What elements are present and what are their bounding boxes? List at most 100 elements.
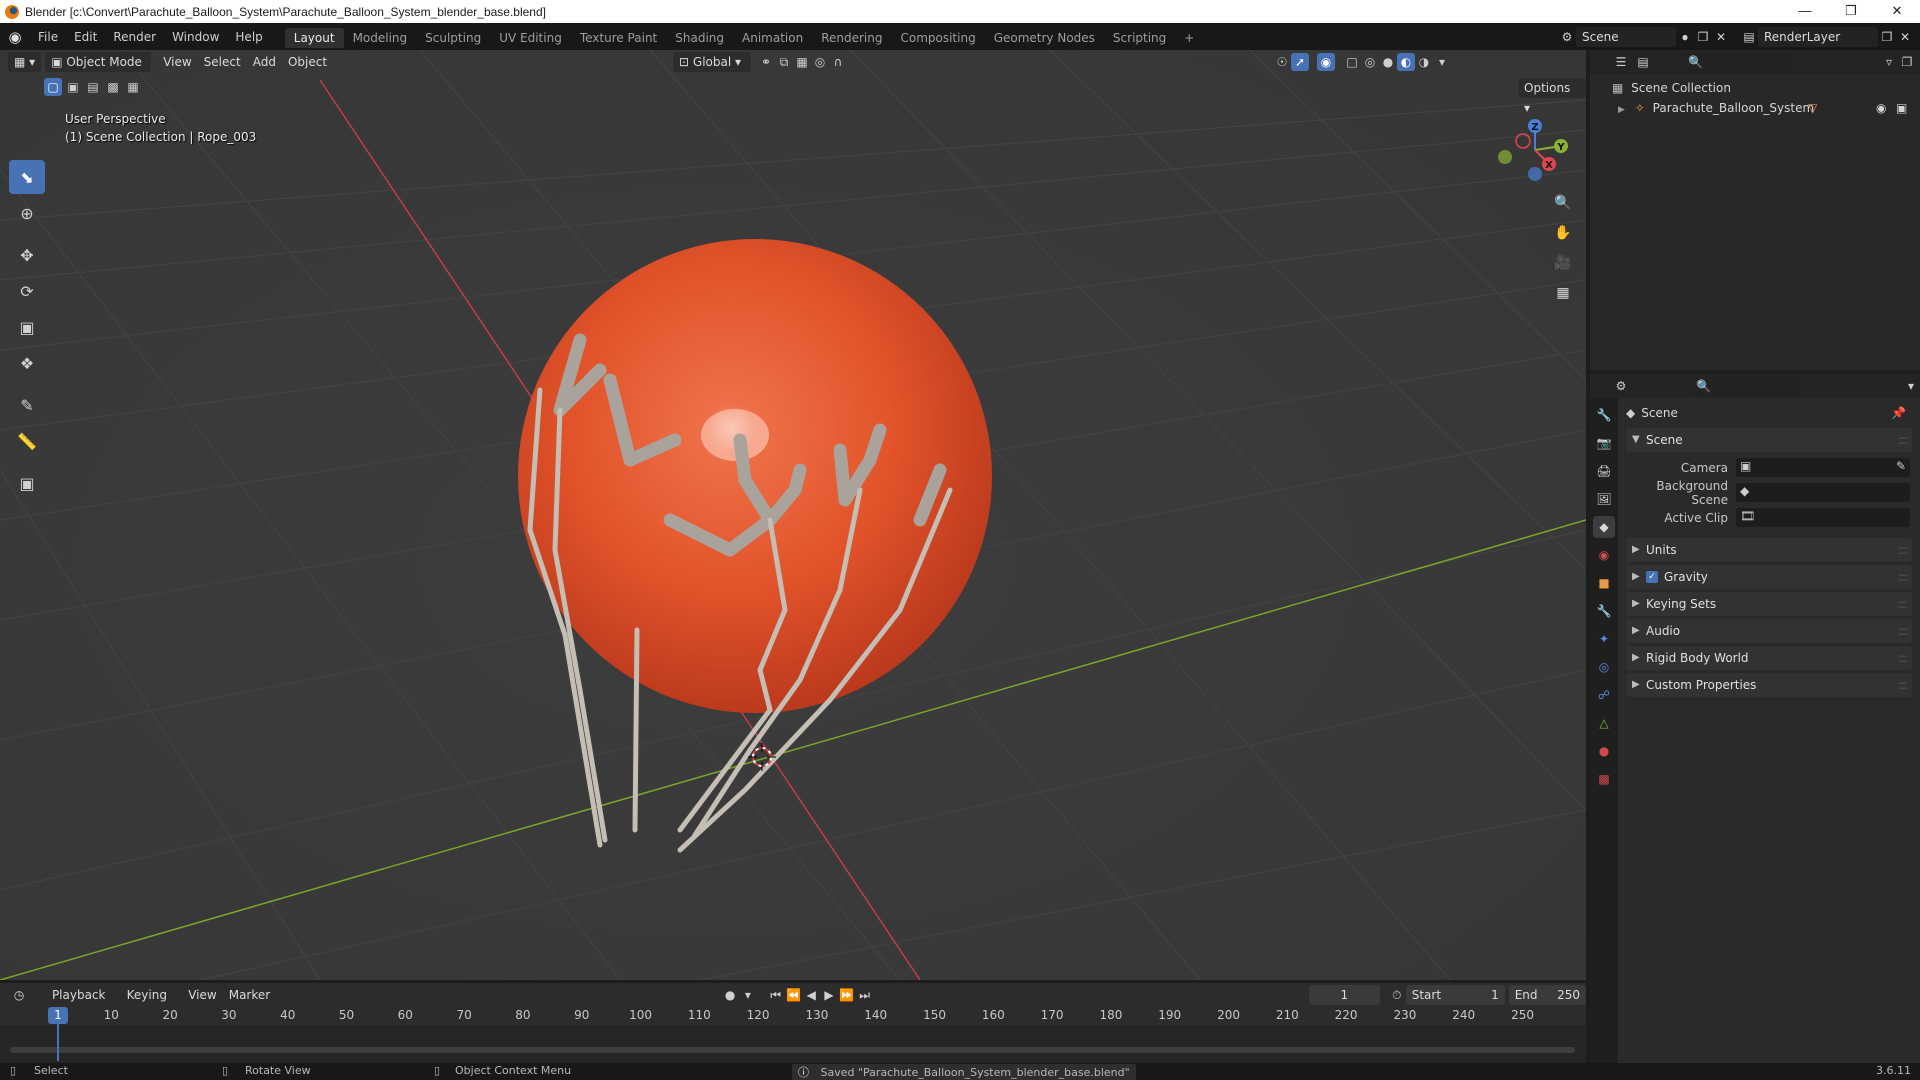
panel-custom-properties-header[interactable]: ▶ Custom Properties :::: — [1626, 673, 1912, 697]
preview-range-icon[interactable]: ⏱ — [1388, 986, 1406, 1004]
menu-add[interactable]: Add — [247, 52, 282, 72]
outliner-editor-type-icon[interactable]: ☰ — [1612, 53, 1630, 71]
view-layer-tab-icon[interactable]: 🖼 — [1593, 488, 1615, 510]
pin-scene-icon[interactable]: ⦁ — [1676, 28, 1694, 46]
new-view-layer-icon[interactable]: ❐ — [1878, 28, 1896, 46]
output-tab-icon[interactable]: 🖨 — [1593, 460, 1615, 482]
tool-tab-icon[interactable]: 🔧 — [1593, 404, 1615, 426]
constraints-tab-icon[interactable]: ☍ — [1593, 684, 1615, 706]
add-cube-tool-icon[interactable]: ▣ — [9, 466, 45, 500]
active-clip-field[interactable]: 🎞 — [1736, 508, 1910, 527]
add-workspace-button[interactable]: + — [1175, 28, 1203, 48]
properties-editor-type-icon[interactable]: ⚙ — [1612, 377, 1630, 395]
tab-rendering[interactable]: Rendering — [812, 28, 891, 48]
measure-tool-icon[interactable]: 📏 — [9, 424, 45, 458]
cursor-tool-icon[interactable]: ⊕ — [9, 196, 45, 230]
play-icon[interactable]: ▶ — [820, 986, 838, 1004]
select-box-tool-icon[interactable]: ⬊ — [9, 160, 45, 194]
panel-gravity-header[interactable]: ▶ ✓ Gravity :::: — [1626, 565, 1912, 589]
new-scene-icon[interactable]: ❐ — [1694, 28, 1712, 46]
drag-handle-icon[interactable]: :::: — [1898, 619, 1908, 643]
background-scene-field[interactable]: ◆ — [1736, 483, 1910, 502]
tab-layout[interactable]: Layout — [284, 27, 344, 48]
pan-hand-icon[interactable]: ✋ — [1550, 220, 1576, 246]
rotate-tool-icon[interactable]: ⟳ — [9, 274, 45, 308]
shading-options-icon[interactable]: ▾ — [1433, 53, 1451, 71]
jump-end-icon[interactable]: ⏭ — [856, 986, 874, 1004]
transform-tool-icon[interactable]: ❖ — [9, 346, 45, 380]
menu-help[interactable]: Help — [227, 24, 270, 50]
ortho-grid-icon[interactable]: ▦ — [1550, 280, 1576, 306]
camera-view-icon[interactable]: 🎥 — [1550, 250, 1576, 276]
scene-selector-icon[interactable]: ⚙ — [1558, 28, 1576, 46]
select-extend-icon[interactable]: ▣ — [64, 78, 82, 96]
start-frame-field[interactable]: Start 1 — [1405, 985, 1505, 1005]
play-reverse-icon[interactable]: ◀ — [802, 986, 820, 1004]
panel-scene-header[interactable]: ▼ Scene :::: — [1626, 428, 1912, 452]
panel-keying-sets-header[interactable]: ▶ Keying Sets :::: — [1626, 592, 1912, 616]
tab-animation[interactable]: Animation — [733, 28, 812, 48]
view-layer-field[interactable]: RenderLayer — [1758, 26, 1878, 47]
snap-icon[interactable]: ⧉ — [775, 53, 793, 71]
panel-rigid-body-world-header[interactable]: ▶ Rigid Body World :::: — [1626, 646, 1912, 670]
close-icon[interactable]: ✕ — [1874, 0, 1920, 23]
record-icon[interactable]: ● — [721, 986, 739, 1004]
tab-uv-editing[interactable]: UV Editing — [490, 28, 571, 48]
end-frame-field[interactable]: End 250 — [1508, 985, 1586, 1005]
rendered-shading-icon[interactable]: ◑ — [1415, 53, 1433, 71]
solid-shading-icon[interactable]: ● — [1379, 53, 1397, 71]
outliner-scene-collection[interactable]: ▦ Scene Collection — [1590, 78, 1920, 98]
menu-playback[interactable]: Playback ▾ — [46, 985, 121, 1022]
tab-shading[interactable]: Shading — [666, 28, 733, 48]
scene-name-field[interactable]: Scene — [1576, 26, 1676, 47]
next-keyframe-icon[interactable]: ⏩ — [838, 986, 856, 1004]
properties-options-icon[interactable]: ▾ — [1902, 377, 1920, 395]
expand-arrow-icon[interactable]: ▶ — [1618, 105, 1625, 115]
options-dropdown[interactable]: Options ▾ — [1518, 78, 1586, 115]
move-tool-icon[interactable]: ✥ — [9, 238, 45, 272]
annotate-tool-icon[interactable]: ✎ — [9, 388, 45, 422]
new-collection-icon[interactable]: ❐ — [1898, 53, 1916, 71]
physics-tab-icon[interactable]: ◎ — [1593, 656, 1615, 678]
drag-handle-icon[interactable]: :::: — [1898, 538, 1908, 562]
drag-handle-icon[interactable]: :::: — [1898, 428, 1908, 452]
view-layer-icon[interactable]: ▤ — [1740, 28, 1758, 46]
tab-geometry-nodes[interactable]: Geometry Nodes — [985, 28, 1104, 48]
render-tab-icon[interactable]: 📷 — [1593, 432, 1615, 454]
minimize-icon[interactable]: — — [1782, 0, 1828, 23]
drag-handle-icon[interactable]: :::: — [1898, 646, 1908, 670]
record-options-icon[interactable]: ▾ — [739, 986, 757, 1004]
menu-object[interactable]: Object — [282, 52, 333, 72]
particles-tab-icon[interactable]: ✦ — [1593, 628, 1615, 650]
display-mode-icon[interactable]: ▤ — [1634, 53, 1652, 71]
transform-orientation-dropdown[interactable]: ⊡ Global ▾ — [673, 52, 752, 72]
drag-handle-icon[interactable]: :::: — [1898, 673, 1908, 697]
menu-edit[interactable]: Edit — [66, 24, 105, 50]
timeline-scrollbar[interactable] — [10, 1047, 1575, 1053]
pin-icon[interactable]: 📌 — [1891, 406, 1906, 420]
filter-icon[interactable]: ▿ — [1880, 53, 1898, 71]
tab-compositing[interactable]: Compositing — [891, 28, 984, 48]
menu-view[interactable]: View — [157, 52, 197, 72]
outliner-search-input[interactable]: 🔍 — [1682, 52, 1792, 72]
tab-texture-paint[interactable]: Texture Paint — [571, 28, 666, 48]
select-subtract-icon[interactable]: ▤ — [84, 78, 102, 96]
overlays-toggle-icon[interactable]: ◉ — [1317, 53, 1336, 71]
panel-audio-header[interactable]: ▶ Audio :::: — [1626, 619, 1912, 643]
timeline-ruler[interactable]: 1102030405060708090100110120130140150160… — [0, 1007, 1586, 1025]
playhead-frame[interactable]: 1 — [48, 1007, 68, 1024]
snap-target-icon[interactable]: ▦ — [793, 53, 811, 71]
visibility-eye-icon[interactable]: ◉ — [1876, 98, 1886, 118]
world-tab-icon[interactable]: ◉ — [1593, 544, 1615, 566]
prev-keyframe-icon[interactable]: ⏪ — [785, 986, 803, 1004]
material-shading-icon[interactable]: ◐ — [1397, 53, 1416, 71]
panel-units-header[interactable]: ▶ Units :::: — [1626, 538, 1912, 562]
menu-marker[interactable]: Marker — [223, 985, 276, 1005]
select-intersect-icon[interactable]: ▦ — [124, 78, 142, 96]
eyedropper-icon[interactable]: ✎ — [1896, 459, 1906, 473]
object-tab-icon[interactable]: ■ — [1593, 572, 1615, 594]
texture-tab-icon[interactable]: ▩ — [1593, 768, 1615, 790]
properties-search-input[interactable]: 🔍 — [1690, 376, 1800, 396]
falloff-icon[interactable]: ∩ — [829, 53, 847, 71]
object-mode-dropdown[interactable]: ▣ Object Mode ▾ — [45, 52, 152, 89]
